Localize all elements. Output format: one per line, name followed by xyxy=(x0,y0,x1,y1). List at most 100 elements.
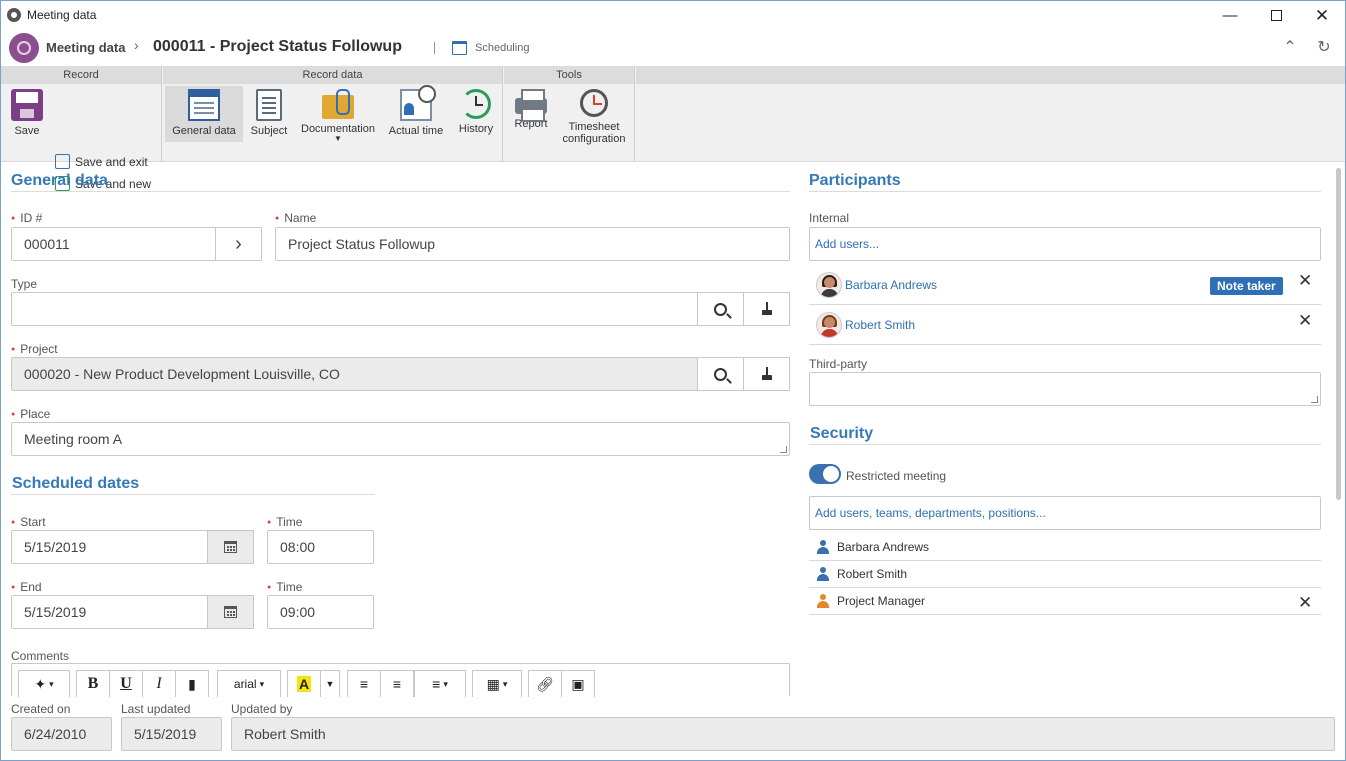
highlight-color-dropdown[interactable]: ▼ xyxy=(320,670,340,698)
remove-participant-close-icon[interactable]: ✕ xyxy=(1298,272,1312,289)
add-users-input[interactable]: Add users... xyxy=(809,227,1321,261)
actual-time-icon xyxy=(400,85,436,121)
actual-time-label: Actual time xyxy=(388,125,444,137)
highlight-color-button[interactable]: A xyxy=(287,670,321,698)
type-clear-button[interactable] xyxy=(743,292,790,326)
project-clear-button[interactable] xyxy=(743,357,790,391)
breadcrumb[interactable]: Meeting data xyxy=(46,40,125,55)
comments-label: Comments xyxy=(11,649,70,663)
security-entry-name: Robert Smith xyxy=(837,567,908,581)
last-updated-field: 5/15/2019 xyxy=(121,717,222,751)
participant-name[interactable]: Robert Smith xyxy=(845,318,915,332)
created-on-label: Created on xyxy=(11,702,71,716)
magic-wand-icon: ✦ xyxy=(34,675,47,692)
participant-row: Barbara Andrews Note taker ✕ xyxy=(809,265,1321,305)
vertical-scrollbar[interactable] xyxy=(1334,164,1343,697)
id-label: ID # xyxy=(11,211,42,225)
section-divider xyxy=(11,191,790,192)
save-exit-icon xyxy=(55,154,70,169)
clock-icon xyxy=(580,89,608,117)
italic-icon: I xyxy=(156,675,162,692)
app-icon xyxy=(7,8,21,22)
refresh-icon[interactable]: ↻ xyxy=(1314,38,1334,58)
documentation-button[interactable]: Documentation ▼ xyxy=(299,86,377,143)
timesheet-label-line2: configuration xyxy=(562,133,626,145)
ribbon-group-label: Record data xyxy=(163,66,502,84)
end-date-field[interactable]: 5/15/2019 xyxy=(11,595,208,629)
restricted-meeting-label: Restricted meeting xyxy=(846,469,947,483)
link-button[interactable]: 🔗︎ xyxy=(528,670,562,698)
meeting-logo-icon xyxy=(9,33,39,63)
general-data-button[interactable]: General data xyxy=(165,86,243,142)
underline-button[interactable]: U xyxy=(109,670,143,698)
page-title: 000011 - Project Status Followup xyxy=(153,38,402,55)
ribbon-group-label: Record xyxy=(1,66,161,84)
third-party-field[interactable] xyxy=(809,372,1321,406)
note-taker-badge: Note taker xyxy=(1210,277,1283,295)
add-security-input[interactable]: Add users, teams, departments, positions… xyxy=(809,496,1321,530)
place-label: Place xyxy=(11,407,50,421)
ribbon-header-filler xyxy=(636,66,1345,84)
security-entry: Robert Smith xyxy=(809,561,1321,588)
bullet-list-button[interactable]: ≡ xyxy=(347,670,381,698)
save-and-exit-button[interactable]: Save and exit xyxy=(55,154,148,169)
window-title: Meeting data xyxy=(27,8,97,22)
participant-name[interactable]: Barbara Andrews xyxy=(845,278,937,292)
project-search-button[interactable] xyxy=(697,357,744,391)
resize-grip-icon[interactable] xyxy=(1311,396,1318,403)
calendar-icon xyxy=(224,606,237,618)
search-icon xyxy=(714,367,727,381)
avatar xyxy=(816,312,842,338)
security-entry-name: Project Manager xyxy=(837,594,926,608)
minimize-button[interactable]: — xyxy=(1207,1,1253,30)
end-date-picker-button[interactable] xyxy=(207,595,254,629)
table-icon: ▦ xyxy=(486,675,500,692)
resize-grip-icon[interactable] xyxy=(780,446,787,453)
name-field[interactable]: Project Status Followup xyxy=(275,227,790,261)
subject-button[interactable]: Subject xyxy=(247,86,291,137)
place-field[interactable]: Meeting room A xyxy=(11,422,790,456)
actual-time-button[interactable]: Actual time xyxy=(385,85,447,137)
remove-security-close-icon[interactable]: ✕ xyxy=(1298,594,1312,611)
align-button[interactable]: ≡ xyxy=(414,670,466,698)
collapse-icon[interactable]: ⌃ xyxy=(1280,38,1300,58)
project-label: Project xyxy=(11,342,57,356)
font-family-select[interactable]: arial xyxy=(217,670,281,698)
end-time-field[interactable]: 09:00 xyxy=(267,595,374,629)
meeting-data-window: Meeting data — ✕ Meeting data › 000011 -… xyxy=(0,0,1346,761)
magic-wand-button[interactable]: ✦ xyxy=(18,670,70,698)
close-window-button[interactable]: ✕ xyxy=(1299,1,1345,30)
remove-participant-close-icon[interactable]: ✕ xyxy=(1298,312,1312,329)
highlight-icon: A xyxy=(296,676,312,692)
maximize-button[interactable] xyxy=(1253,1,1299,30)
eraser-button[interactable]: ▮ xyxy=(175,670,209,698)
image-button[interactable]: ▣ xyxy=(561,670,595,698)
table-button[interactable]: ▦ xyxy=(472,670,522,698)
history-button[interactable]: History xyxy=(453,86,499,135)
report-button[interactable]: Report xyxy=(509,86,553,130)
end-time-label: Time xyxy=(267,580,302,594)
save-button[interactable]: Save xyxy=(7,86,47,137)
type-search-button[interactable] xyxy=(697,292,744,326)
restricted-meeting-toggle[interactable] xyxy=(809,464,841,484)
start-date-picker-button[interactable] xyxy=(207,530,254,564)
type-field[interactable] xyxy=(11,292,698,326)
numbered-list-button[interactable]: ≡ xyxy=(380,670,414,698)
italic-button[interactable]: I xyxy=(142,670,176,698)
calendar-icon xyxy=(452,41,467,55)
updated-by-field: Robert Smith xyxy=(231,717,1335,751)
bold-button[interactable]: B xyxy=(76,670,110,698)
position-icon xyxy=(816,594,830,608)
section-divider xyxy=(11,494,375,495)
font-family-value: arial xyxy=(233,677,257,691)
name-label: Name xyxy=(275,211,316,225)
id-next-button[interactable]: › xyxy=(215,227,262,261)
timesheet-configuration-button[interactable]: Timesheet configuration xyxy=(559,86,629,145)
scrollbar-thumb[interactable] xyxy=(1336,168,1341,500)
start-time-field[interactable]: 08:00 xyxy=(267,530,374,564)
history-label: History xyxy=(458,123,494,135)
start-date-field[interactable]: 5/15/2019 xyxy=(11,530,208,564)
id-field[interactable]: 000011 xyxy=(11,227,216,261)
subject-icon xyxy=(256,89,282,121)
clear-icon xyxy=(761,367,772,381)
